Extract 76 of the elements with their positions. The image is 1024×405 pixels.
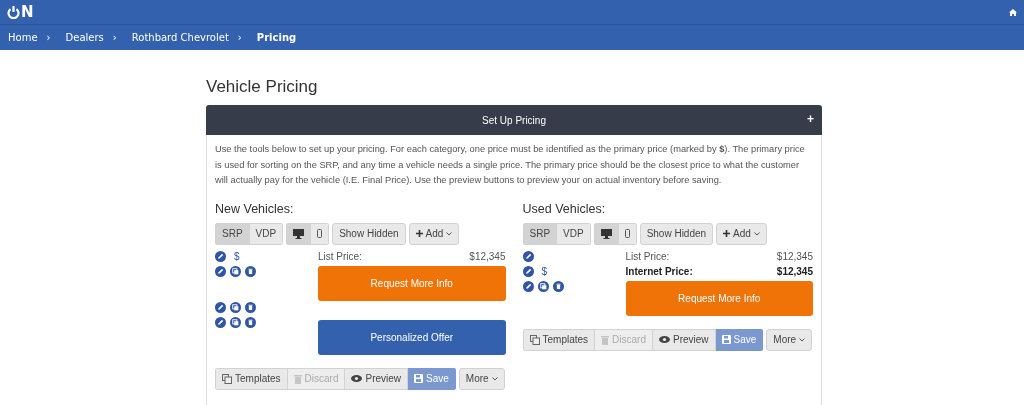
cta-button[interactable]: Personalized Offer (318, 319, 506, 355)
price-value: $12,345 (469, 250, 506, 262)
view-tab[interactable]: VDP (557, 222, 591, 245)
phone-icon (317, 229, 323, 238)
primary-price-marker: $ (541, 266, 548, 277)
plus-icon (415, 230, 423, 237)
page-title: Vehicle Pricing (206, 77, 319, 97)
pencil-icon[interactable] (522, 281, 534, 292)
device-toggle[interactable] (286, 222, 312, 245)
copy-icon[interactable] (230, 266, 241, 277)
price-value: $12,345 (776, 265, 813, 277)
eye-icon (659, 336, 670, 343)
show-hidden-button[interactable]: Show Hidden (639, 222, 714, 245)
trash-icon[interactable] (245, 266, 256, 277)
breadcrumb-link[interactable]: Home (8, 32, 38, 43)
price-label: List Price: (625, 250, 670, 262)
eye-icon (351, 375, 363, 382)
pencil-icon[interactable] (522, 266, 534, 277)
pencil-icon[interactable] (522, 251, 534, 262)
preview-button[interactable]: Preview (345, 367, 409, 390)
templates-button[interactable]: Templates (522, 328, 596, 351)
pencil-icon[interactable] (215, 302, 226, 313)
trash-icon[interactable] (552, 281, 564, 292)
caret-icon (799, 337, 806, 342)
price-label: List Price: (318, 250, 362, 262)
caret-icon (753, 231, 760, 236)
add-dropdown-button[interactable]: Add (716, 222, 767, 245)
trash-icon (293, 373, 302, 384)
section-title: Used Vehicles: (522, 201, 607, 216)
copy-icon (529, 334, 540, 345)
home-icon[interactable] (1009, 8, 1017, 16)
caret-icon (491, 376, 498, 381)
logo-text: N (21, 3, 34, 21)
view-tab[interactable]: VDP (249, 222, 284, 245)
device-toggle[interactable] (311, 222, 330, 245)
floppy-icon (414, 374, 424, 383)
copy-icon (222, 373, 232, 384)
phone-icon (624, 229, 630, 238)
add-dropdown-button[interactable]: Add (408, 222, 460, 245)
preview-button[interactable]: Preview (653, 328, 716, 351)
trash-icon[interactable] (245, 317, 256, 328)
primary-price-marker: $ (234, 251, 240, 262)
monitor-icon (600, 228, 612, 239)
breadcrumb-separator: › (46, 32, 51, 43)
panel-header[interactable]: Set Up Pricing + (206, 105, 822, 135)
monitor-icon (293, 228, 305, 239)
price-label: Internet Price: (625, 265, 693, 277)
trash-icon[interactable] (245, 302, 256, 313)
copy-icon[interactable] (537, 281, 549, 292)
price-value: $12,345 (776, 250, 813, 262)
more-dropdown-button[interactable]: More (766, 328, 813, 351)
pencil-icon[interactable] (215, 266, 226, 277)
instructions-paragraph: Use the tools below to set up your pricing. For each category, one price must be identified as the primary price (marked by $). The primary price is used for sorting on the SRP, and any time a vehicle needs a single price. The primary price should be the closest price to what the customer will actually pay for the vehicle (I.E. Final Price). Use the preview buttons to preview your on actual inventory before saving. (215, 143, 806, 187)
more-dropdown-button[interactable]: More (458, 367, 505, 390)
show-hidden-button[interactable]: Show Hidden (332, 222, 406, 245)
section-title: New Vehicles: (215, 201, 295, 216)
breadcrumb-link[interactable]: Rothbard Chevrolet (131, 32, 229, 43)
pencil-icon[interactable] (215, 317, 226, 328)
copy-icon[interactable] (230, 317, 241, 328)
power-icon (7, 5, 20, 19)
expand-toggle[interactable]: + (807, 112, 814, 126)
breadcrumb-separator: › (112, 32, 117, 43)
caret-icon (446, 231, 453, 236)
plus-icon (723, 230, 731, 237)
floppy-icon (721, 335, 731, 344)
breadcrumb-link[interactable]: Dealers (65, 32, 104, 43)
view-tab[interactable]: SRP (215, 222, 250, 245)
device-toggle[interactable] (618, 222, 637, 245)
templates-button[interactable]: Templates (215, 367, 288, 390)
breadcrumb-separator: › (237, 32, 242, 43)
panel-title: Set Up Pricing (482, 114, 546, 126)
device-toggle[interactable] (593, 222, 619, 245)
trash-icon (601, 334, 610, 345)
pencil-icon[interactable] (215, 251, 226, 262)
copy-icon[interactable] (230, 302, 241, 313)
view-tab[interactable]: SRP (522, 222, 558, 245)
